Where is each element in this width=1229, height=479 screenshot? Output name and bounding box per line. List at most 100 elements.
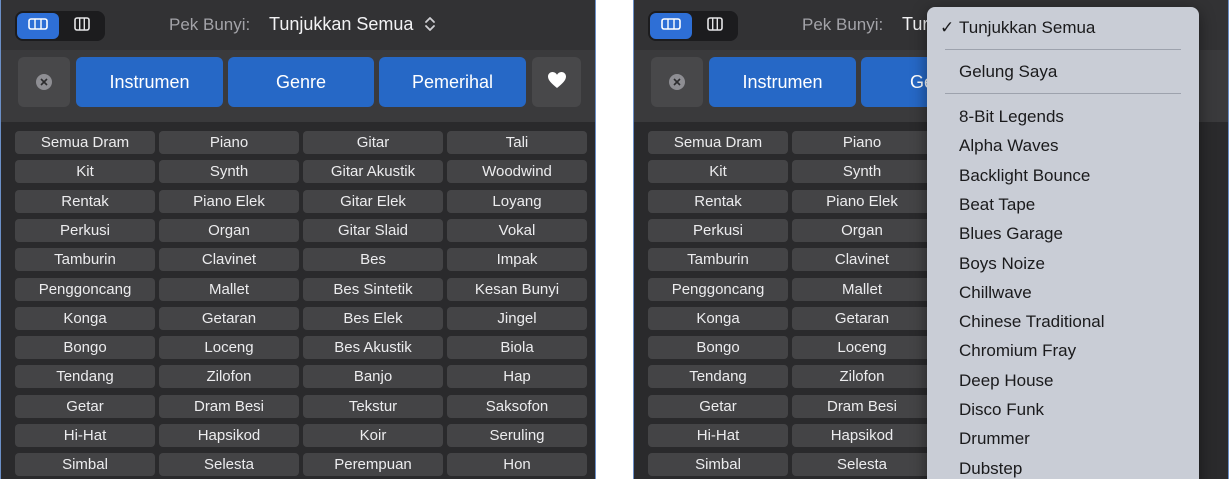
pack-selector[interactable]: Tunjukkan Semua: [269, 14, 413, 35]
menu-item-pack[interactable]: Beat Tape: [927, 191, 1199, 219]
keyword-button[interactable]: Organ: [792, 218, 932, 242]
keyword-button[interactable]: Perkusi: [648, 218, 788, 242]
keyword-button[interactable]: Seruling: [447, 424, 587, 447]
favorites-button[interactable]: [532, 57, 581, 107]
filter-instrument-button[interactable]: Instrumen: [76, 57, 223, 107]
keyword-button[interactable]: Gitar Elek: [303, 189, 443, 213]
keyword-button[interactable]: Semua Dram: [15, 131, 155, 154]
keyword-button[interactable]: Simbal: [648, 453, 788, 477]
list-view-button[interactable]: [17, 13, 59, 39]
keyword-button[interactable]: Perkusi: [15, 218, 155, 242]
keyword-button[interactable]: Zilofon: [159, 365, 299, 389]
keyword-button[interactable]: Konga: [15, 306, 155, 330]
menu-item-my-loops[interactable]: Gelung Saya: [927, 58, 1199, 86]
keyword-button[interactable]: Selesta: [792, 453, 932, 477]
keyword-button[interactable]: Impak: [447, 248, 587, 272]
keyword-button[interactable]: Tamburin: [648, 248, 788, 272]
keyword-button[interactable]: Synth: [159, 160, 299, 184]
menu-item-pack[interactable]: Chromium Fray: [927, 337, 1199, 365]
keyword-button[interactable]: Hon: [447, 453, 587, 477]
column-view-button[interactable]: [61, 13, 103, 39]
keyword-button[interactable]: Tendang: [15, 365, 155, 389]
keyword-button[interactable]: Koir: [303, 424, 443, 447]
keyword-button[interactable]: Getaran: [159, 306, 299, 330]
filter-descriptor-button[interactable]: Pemerihal: [379, 57, 526, 107]
keyword-button[interactable]: Hi-Hat: [648, 424, 788, 447]
keyword-button[interactable]: Bes: [303, 248, 443, 272]
keyword-button[interactable]: Gitar Slaid: [303, 218, 443, 242]
keyword-button[interactable]: Tekstur: [303, 394, 443, 418]
column-view-button[interactable]: [694, 13, 736, 39]
keyword-button[interactable]: Zilofon: [792, 365, 932, 389]
keyword-button[interactable]: Mallet: [159, 277, 299, 301]
keyword-button[interactable]: Hapsikod: [159, 424, 299, 447]
menu-item-pack[interactable]: 8-Bit Legends: [927, 103, 1199, 131]
menu-item-pack[interactable]: Backlight Bounce: [927, 162, 1199, 190]
keyword-button[interactable]: Piano Elek: [792, 189, 932, 213]
keyword-button[interactable]: Rentak: [15, 189, 155, 213]
clear-filter-button[interactable]: [18, 57, 70, 107]
keyword-button[interactable]: Dram Besi: [792, 394, 932, 418]
menu-item-show-all[interactable]: ✓ Tunjukkan Semua: [927, 14, 1199, 42]
keyword-button[interactable]: Banjo: [303, 365, 443, 389]
keyword-button[interactable]: Dram Besi: [159, 394, 299, 418]
keyword-button[interactable]: Tali: [447, 131, 587, 154]
menu-item-pack[interactable]: Chillwave: [927, 279, 1199, 307]
up-down-chevron-icon[interactable]: [423, 14, 437, 34]
menu-item-pack[interactable]: Alpha Waves: [927, 132, 1199, 160]
menu-item-pack[interactable]: Blues Garage: [927, 220, 1199, 248]
keyword-button[interactable]: Selesta: [159, 453, 299, 477]
filter-genre-button[interactable]: Genre: [228, 57, 374, 107]
menu-item-pack[interactable]: Dubstep: [927, 455, 1199, 479]
keyword-button[interactable]: Bes Elek: [303, 306, 443, 330]
keyword-button[interactable]: Penggoncang: [648, 277, 788, 301]
menu-item-pack[interactable]: Deep House: [927, 367, 1199, 395]
keyword-button[interactable]: Rentak: [648, 189, 788, 213]
keyword-button[interactable]: Clavinet: [159, 248, 299, 272]
keyword-button[interactable]: Loyang: [447, 189, 587, 213]
keyword-button[interactable]: Jingel: [447, 306, 587, 330]
keyword-button[interactable]: Clavinet: [792, 248, 932, 272]
keyword-button[interactable]: Penggoncang: [15, 277, 155, 301]
keyword-button[interactable]: Kit: [15, 160, 155, 184]
keyword-button[interactable]: Bes Akustik: [303, 336, 443, 360]
menu-item-pack[interactable]: Boys Noize: [927, 250, 1199, 278]
filter-instrument-button[interactable]: Instrumen: [709, 57, 856, 107]
keyword-button[interactable]: Getar: [15, 394, 155, 418]
keyword-button[interactable]: Simbal: [15, 453, 155, 477]
keyword-button[interactable]: Gitar Akustik: [303, 160, 443, 184]
keyword-button[interactable]: Synth: [792, 160, 932, 184]
keyword-button[interactable]: Loceng: [792, 336, 932, 360]
keyword-button[interactable]: Organ: [159, 218, 299, 242]
keyword-button[interactable]: Piano Elek: [159, 189, 299, 213]
menu-item-pack[interactable]: Drummer: [927, 425, 1199, 453]
keyword-button[interactable]: Loceng: [159, 336, 299, 360]
keyword-button[interactable]: Piano: [159, 131, 299, 154]
keyword-button[interactable]: Hi-Hat: [15, 424, 155, 447]
keyword-button[interactable]: Hap: [447, 365, 587, 389]
keyword-button[interactable]: Hapsikod: [792, 424, 932, 447]
keyword-button[interactable]: Tendang: [648, 365, 788, 389]
keyword-button[interactable]: Biola: [447, 336, 587, 360]
keyword-button[interactable]: Bongo: [648, 336, 788, 360]
keyword-button[interactable]: Getaran: [792, 306, 932, 330]
keyword-button[interactable]: Bes Sintetik: [303, 277, 443, 301]
keyword-button[interactable]: Bongo: [15, 336, 155, 360]
menu-item-pack[interactable]: Chinese Traditional: [927, 308, 1199, 336]
menu-item-pack[interactable]: Disco Funk: [927, 396, 1199, 424]
keyword-button[interactable]: Woodwind: [447, 160, 587, 184]
keyword-button[interactable]: Kesan Bunyi: [447, 277, 587, 301]
list-view-button[interactable]: [650, 13, 692, 39]
keyword-button[interactable]: Getar: [648, 394, 788, 418]
pack-selector[interactable]: Tur: [902, 14, 928, 35]
keyword-button[interactable]: Tamburin: [15, 248, 155, 272]
keyword-button[interactable]: Piano: [792, 131, 932, 154]
keyword-button[interactable]: Gitar: [303, 131, 443, 154]
clear-filter-button[interactable]: [651, 57, 703, 107]
keyword-button[interactable]: Perempuan: [303, 453, 443, 477]
keyword-button[interactable]: Vokal: [447, 218, 587, 242]
keyword-button[interactable]: Saksofon: [447, 394, 587, 418]
keyword-button[interactable]: Konga: [648, 306, 788, 330]
keyword-button[interactable]: Semua Dram: [648, 131, 788, 154]
keyword-button[interactable]: Kit: [648, 160, 788, 184]
